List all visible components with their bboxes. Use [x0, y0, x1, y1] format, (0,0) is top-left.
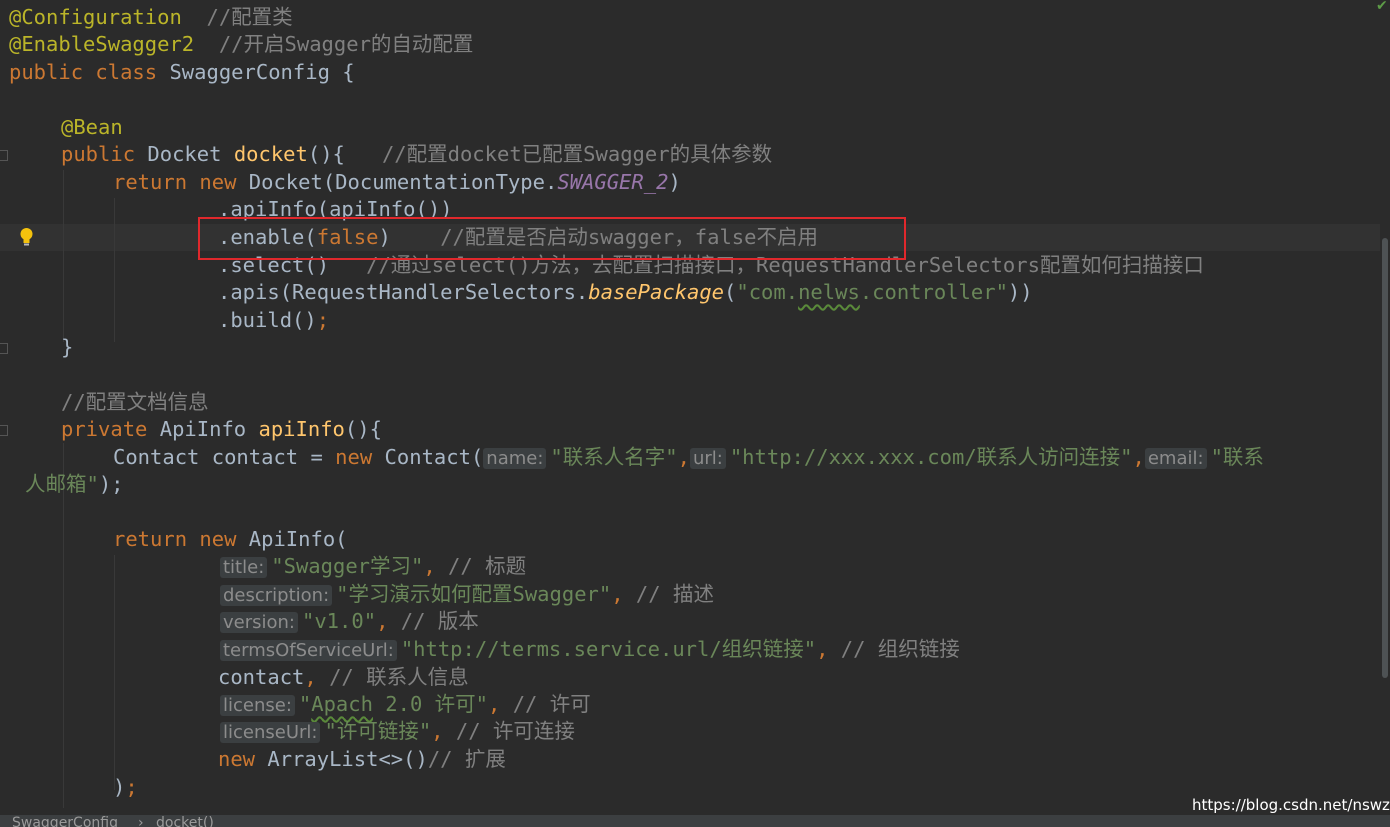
param-hint: termsOfServiceUrl: — [220, 640, 397, 661]
code-line: @Configuration //配置类 — [9, 5, 293, 29]
indent-guide — [114, 555, 115, 790]
code-line: contact, // 联系人信息 — [218, 665, 469, 689]
code-line: ); — [113, 775, 138, 799]
breadcrumb-class[interactable]: SwaggerConfig — [12, 815, 118, 827]
fold-marker-icon[interactable] — [0, 343, 8, 354]
code-line: licenseUrl: "许可链接", // 许可连接 — [220, 718, 575, 745]
param-hint: url: — [689, 448, 726, 469]
code-line: title: "Swagger学习", // 标题 — [220, 553, 526, 580]
param-hint: description: — [220, 585, 333, 606]
fold-marker-icon[interactable] — [0, 150, 8, 161]
scrollbar-thumb[interactable] — [1382, 238, 1388, 678]
vertical-scrollbar[interactable] — [1380, 0, 1390, 815]
param-hint: title: — [220, 557, 268, 578]
watermark: https://blog.csdn.net/nswzr — [1192, 796, 1390, 814]
breadcrumb-separator: › — [138, 815, 144, 827]
code-line: return new ApiInfo( — [113, 527, 348, 551]
fold-marker-icon[interactable] — [0, 425, 8, 436]
code-line: version: "v1.0", // 版本 — [220, 608, 479, 635]
code-line: @Bean — [61, 115, 123, 139]
code-editor[interactable]: @Configuration //配置类 @EnableSwagger2 //开… — [0, 0, 1380, 815]
code-line: return new Docket(DocumentationType.SWAG… — [113, 170, 681, 194]
param-hint: license: — [220, 695, 295, 716]
code-line: license: "Apach 2.0 许可", // 许可 — [220, 691, 591, 718]
code-line: 人邮箱"); — [25, 472, 124, 496]
lightbulb-icon[interactable] — [19, 227, 34, 247]
param-hint: email: — [1144, 448, 1207, 469]
checkmark-icon: ✔ — [1376, 0, 1388, 14]
breadcrumb-method[interactable]: docket() — [156, 815, 214, 827]
breadcrumb: SwaggerConfig › docket() — [0, 815, 1390, 827]
code-line: new ArrayList<>()// 扩展 — [218, 747, 506, 771]
code-line: .build(); — [218, 308, 330, 332]
code-line: termsOfServiceUrl: "http://terms.service.… — [220, 636, 960, 663]
code-line: description: "学习演示如何配置Swagger", // 描述 — [220, 581, 714, 608]
param-hint: version: — [220, 612, 298, 633]
highlight-box — [198, 217, 906, 260]
code-line: .apis(RequestHandlerSelectors.basePackag… — [218, 280, 1033, 304]
code-line: Contact contact = new Contact(name: "联系人名… — [113, 445, 1264, 469]
code-line: @EnableSwagger2 //开启Swagger的自动配置 — [9, 32, 474, 56]
indent-guide — [114, 198, 115, 342]
code-line: //配置文档信息 — [61, 390, 209, 414]
code-line: } — [61, 335, 74, 359]
param-hint: name: — [483, 448, 547, 469]
code-line: private ApiInfo apiInfo(){ — [61, 417, 382, 441]
indent-guide — [63, 170, 64, 342]
code-line: public Docket docket(){ //配置docket已配置Swa… — [61, 142, 773, 166]
param-hint: licenseUrl: — [220, 722, 321, 743]
code-line: public class SwaggerConfig { — [9, 60, 355, 84]
